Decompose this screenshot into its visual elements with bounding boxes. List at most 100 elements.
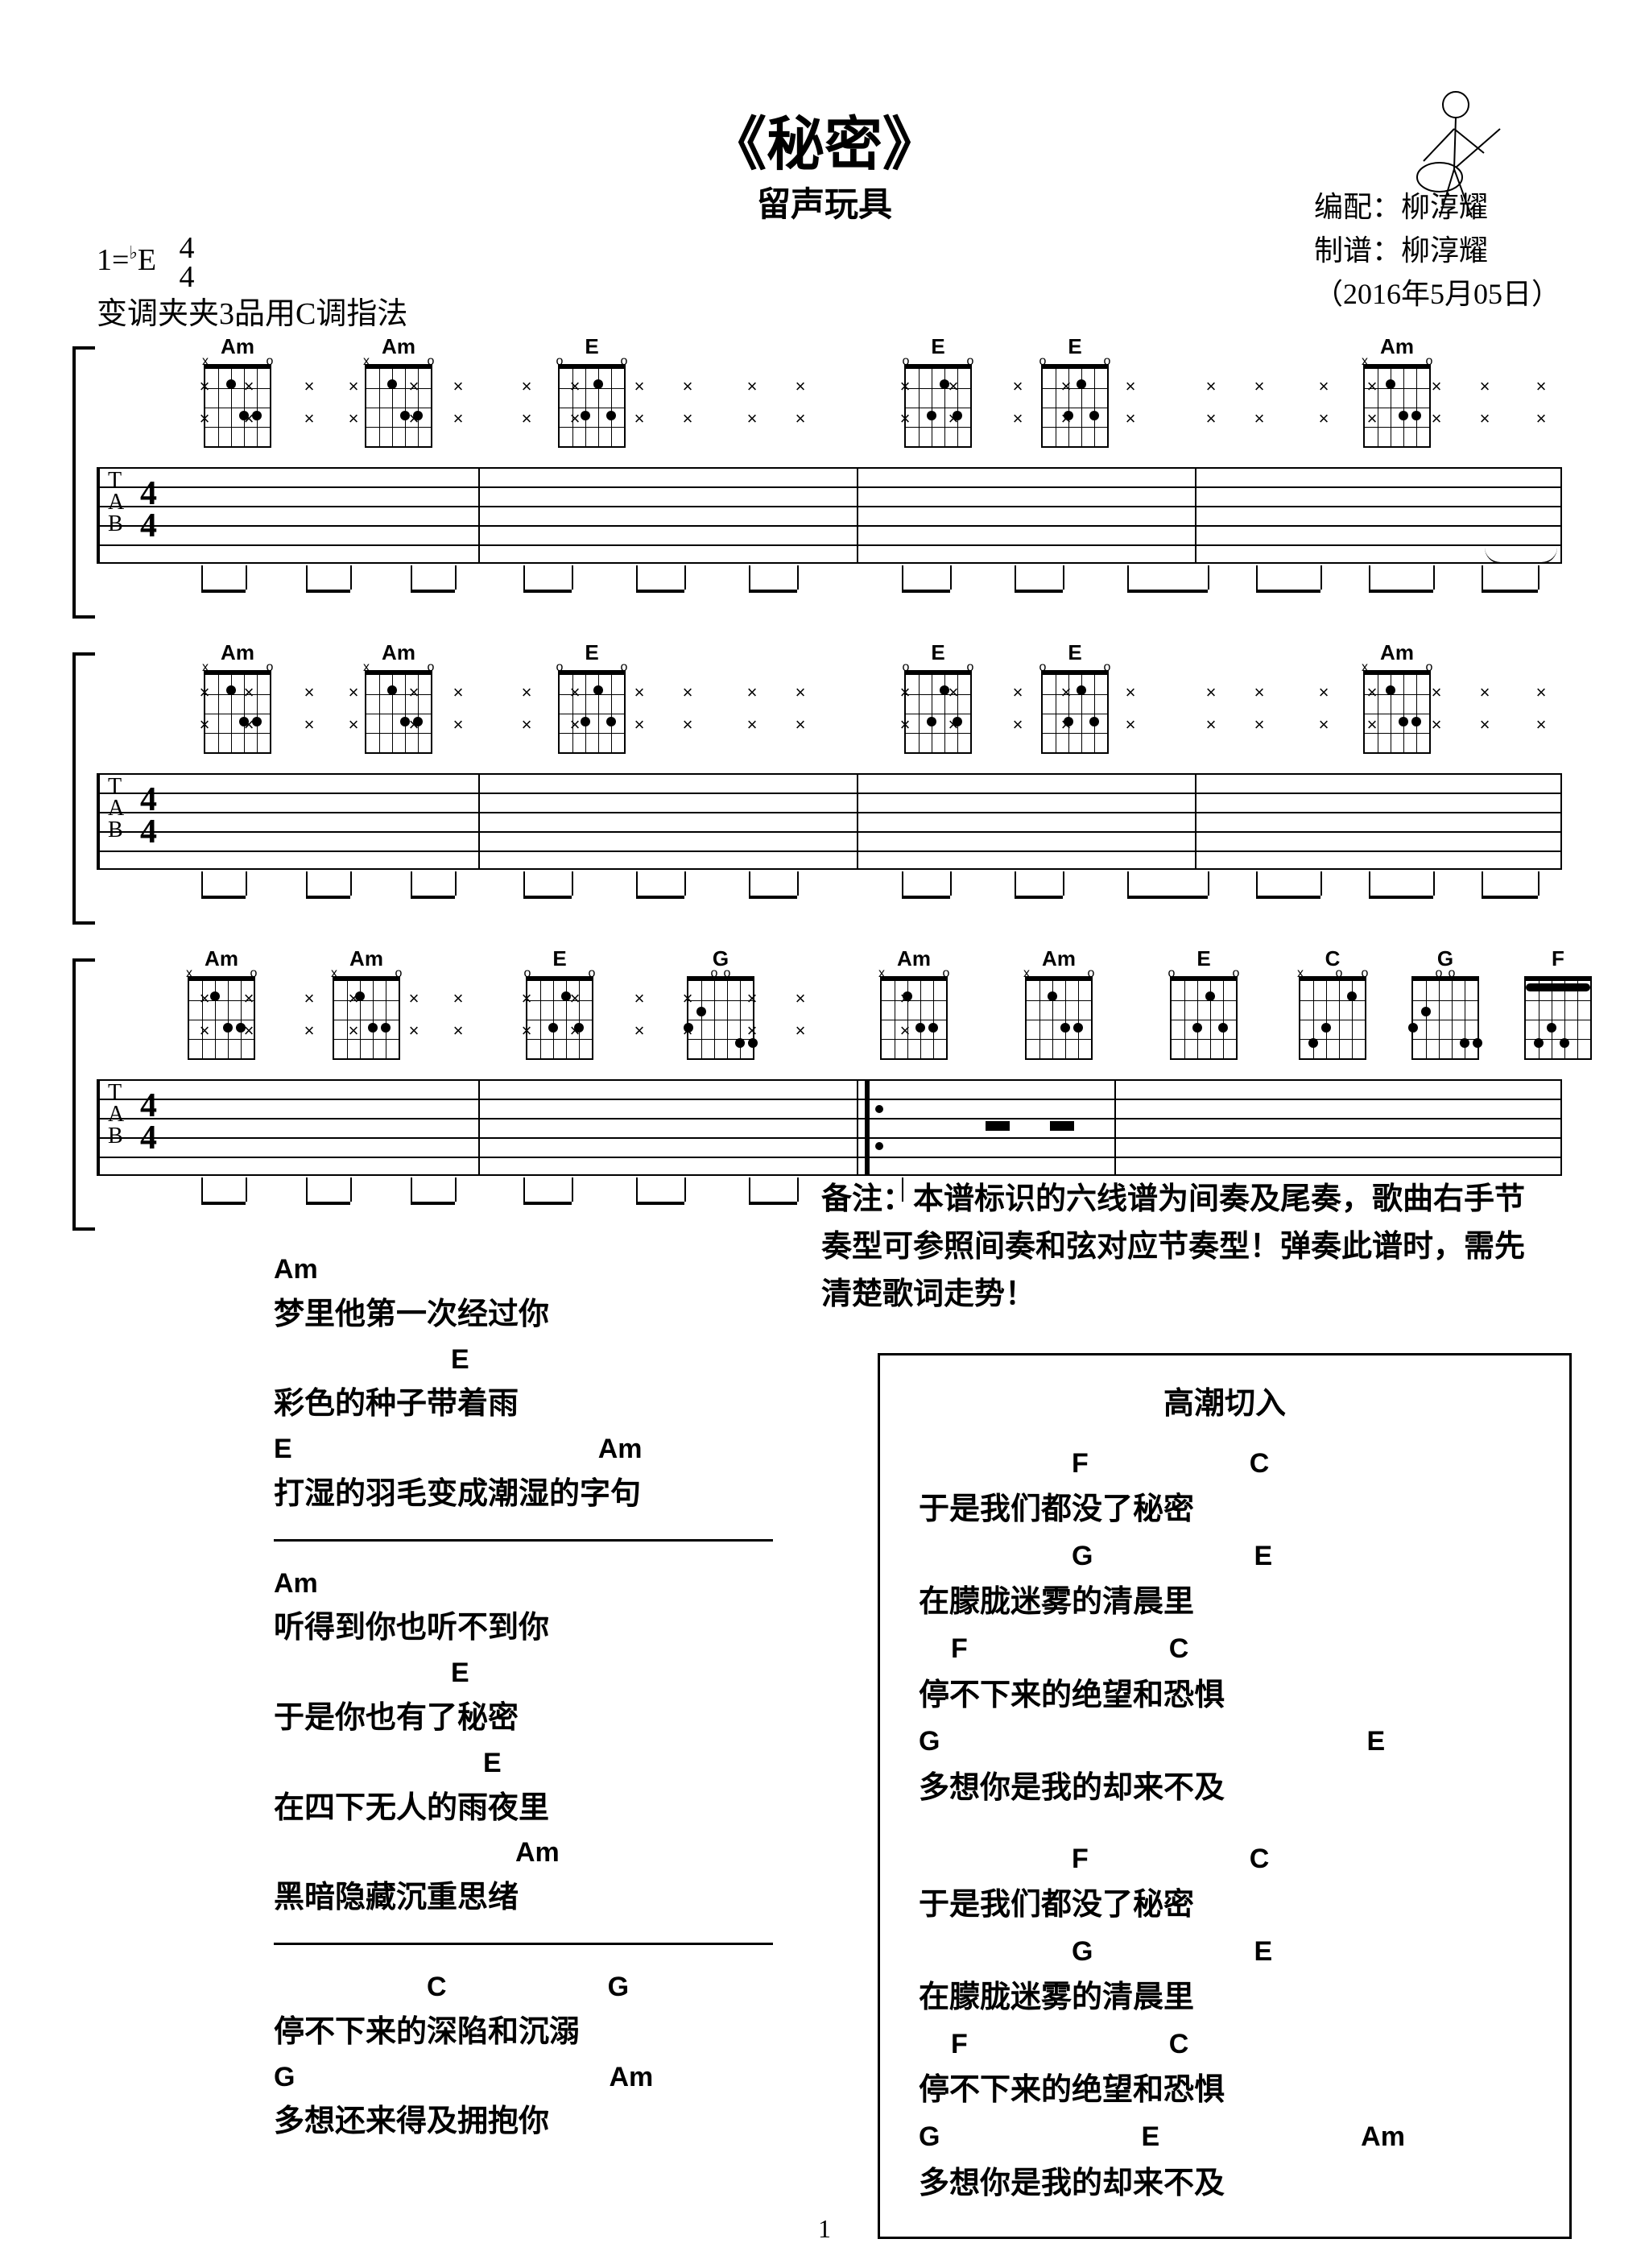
chord-row-2: AmxoAmxoEooEooEooAmxo xyxy=(97,640,1562,761)
chord-diagram-am: Amxo xyxy=(1353,640,1441,754)
chord-line: Am xyxy=(274,1562,773,1605)
chord-grid: xo xyxy=(204,364,271,448)
tab-B: B xyxy=(108,515,124,532)
tab-system-1: AmxoAmxoEooEooEooAmxo T A B 4 4 ××××××××… xyxy=(97,467,1562,564)
chorus-2: FC于是我们都没了秘密GE在朦胧迷雾的清晨里FC停不下来的绝望和恐惧GEAm多想… xyxy=(919,1837,1531,2208)
ts-bot: 4 xyxy=(140,817,157,849)
section-divider xyxy=(274,1943,773,1945)
bridge-section: CG停不下来的深陷和沉溺GAm多想还来得及拥抱你 xyxy=(274,1966,773,2146)
system-bracket xyxy=(72,958,95,1231)
tab-A: A xyxy=(108,800,124,817)
tab-staff-3: T A B 4 4 ×××××××××××××××××××××××××× xyxy=(97,1079,1562,1176)
chord-diagram-g: Goo xyxy=(1401,946,1490,1060)
time-signature: 4 4 xyxy=(140,478,157,543)
chord-line: GE xyxy=(919,1930,1531,1973)
ts-bot: 4 xyxy=(140,1123,157,1155)
performance-note: 备注：本谱标识的六线谱为间奏及尾奏，歌曲右手节奏型可参照间奏和弦对应节奏型！弹奏… xyxy=(821,1176,1546,1318)
chord-diagram-am: Amxo xyxy=(1015,946,1103,1060)
chord-grid: xo xyxy=(333,976,400,1060)
lyric-line: 于是我们都没了秘密 xyxy=(919,1485,1531,1534)
lyrics-column-left: Am梦里他第一次经过你E彩色的种子带着雨EAm打湿的羽毛变成潮湿的字句 Am听得… xyxy=(274,1248,773,2146)
chorus-1: FC于是我们都没了秘密GE在朦胧迷雾的清晨里FC停不下来的绝望和恐惧GE多想你是… xyxy=(919,1442,1531,1813)
chord-grid: xoo xyxy=(1299,976,1366,1060)
tab-label: T A B xyxy=(108,778,124,838)
chord-line: FC xyxy=(919,1627,1531,1670)
chord-diagram-e: Eoo xyxy=(1159,946,1248,1060)
lyric-line: 多想你是我的却来不及 xyxy=(919,2159,1531,2208)
chord-line: Am xyxy=(274,1248,773,1291)
capo-instruction: 变调夹夹3品用C调指法 xyxy=(97,292,407,337)
chord-diagram-am: Amxo xyxy=(322,946,411,1060)
lyric-line: 彩色的种子带着雨 xyxy=(274,1380,773,1428)
tab-B: B xyxy=(108,1128,124,1144)
lyric-line: 多想你是我的却来不及 xyxy=(919,1764,1531,1813)
chord-row-3: AmxoAmxoEooGooAmxoAmxoEooCxooGooF xyxy=(97,946,1562,1067)
ts-top: 4 xyxy=(140,784,157,817)
chord-line: E xyxy=(274,1339,773,1381)
lyric-line: 听得到你也听不到你 xyxy=(274,1604,773,1652)
lyric-line: 在朦胧迷雾的清晨里 xyxy=(919,1578,1531,1627)
tab-label: T A B xyxy=(108,1084,124,1144)
credits-date: （2016年5月05日） xyxy=(1314,272,1560,316)
transcriber-name: 柳淳耀 xyxy=(1401,234,1488,267)
timesig-bottom: 4 xyxy=(180,263,195,292)
tab-B: B xyxy=(108,822,124,838)
chord-grid: xo xyxy=(365,670,432,754)
tab-T: T xyxy=(108,472,124,489)
tab-system-2: AmxoAmxoEooEooEooAmxo T A B 4 4 ××××××××… xyxy=(97,773,1562,870)
credits-block: 编配：柳淳耀 制谱：柳淳耀 （2016年5月05日） xyxy=(1314,185,1560,316)
chorus-box: 高潮切入 FC于是我们都没了秘密GE在朦胧迷雾的清晨里FC停不下来的绝望和恐惧G… xyxy=(878,1353,1572,2239)
arranger-name: 柳淳耀 xyxy=(1401,191,1488,223)
tab-T: T xyxy=(108,1084,124,1101)
lyric-line: 在朦胧迷雾的清晨里 xyxy=(919,1973,1531,2022)
tab-A: A xyxy=(108,1106,124,1123)
tab-staff-2: T A B 4 4 ××××××××××××××××××××××××××××××… xyxy=(97,773,1562,870)
tab-T: T xyxy=(108,778,124,795)
chord-row-1: AmxoAmxoEooEooEooAmxo xyxy=(97,334,1562,455)
chord-line: FC xyxy=(919,2022,1531,2066)
key-info: 1=♭E 4 4 变调夹夹3品用C调指法 xyxy=(97,234,407,337)
chord-line: GEAm xyxy=(919,2115,1531,2158)
chord-grid: oo xyxy=(558,670,626,754)
chord-diagram-am: Amxo xyxy=(354,334,443,448)
lyric-line: 停不下来的深陷和沉溺 xyxy=(274,2009,773,2056)
chord-grid: oo xyxy=(1041,670,1109,754)
ts-top: 4 xyxy=(140,1091,157,1123)
chord-diagram-e: Eoo xyxy=(548,640,636,754)
verse-2: Am听得到你也听不到你E于是你也有了秘密E在四下无人的雨夜里Am黑暗隐藏沉重思绪 xyxy=(274,1562,773,1922)
chord-line: E xyxy=(274,1652,773,1695)
system-bracket xyxy=(72,652,95,925)
strum-row-2 xyxy=(97,871,1562,920)
ts-bot: 4 xyxy=(140,511,157,543)
tab-A: A xyxy=(108,494,124,511)
chord-grid: xo xyxy=(1025,976,1093,1060)
chord-diagram-e: Eoo xyxy=(1031,334,1119,448)
arranger-label: 编配： xyxy=(1314,191,1401,223)
key-prefix: 1= xyxy=(97,243,129,277)
system-bracket xyxy=(72,346,95,619)
chord-name: G xyxy=(1401,946,1490,971)
chord-line: EAm xyxy=(274,1428,773,1471)
chord-diagram-f: F xyxy=(1514,946,1602,1060)
note-label: 备注： xyxy=(821,1182,913,1216)
chord-line: GE xyxy=(919,1534,1531,1578)
verse-1: Am梦里他第一次经过你E彩色的种子带着雨EAm打湿的羽毛变成潮湿的字句 xyxy=(274,1248,773,1518)
tab-label: T A B xyxy=(108,472,124,532)
chord-line: E xyxy=(274,1742,773,1785)
tab-staff-1: T A B 4 4 ××××××××××××××××××××××××××××××… xyxy=(97,467,1562,564)
song-title: 《秘密》 xyxy=(0,97,1649,181)
page-number: 1 xyxy=(0,2214,1649,2244)
chord-line: Am xyxy=(274,1831,773,1874)
time-signature: 4 4 xyxy=(140,1091,157,1155)
chord-grid: oo xyxy=(904,670,972,754)
lyric-line: 停不下来的绝望和恐惧 xyxy=(919,2066,1531,2115)
lyric-line: 停不下来的绝望和恐惧 xyxy=(919,1671,1531,1720)
chord-grid: oo xyxy=(526,976,593,1060)
chord-grid: oo xyxy=(687,976,754,1060)
lyric-line: 于是我们都没了秘密 xyxy=(919,1881,1531,1930)
section-divider xyxy=(274,1539,773,1542)
sheet-music-page: 《秘密》 留声玩具 编配：柳淳耀 制谱：柳淳耀 （2016年5月05日） 1=♭… xyxy=(0,0,1649,2268)
chorus-title: 高潮切入 xyxy=(919,1380,1531,1429)
chord-grid: oo xyxy=(904,364,972,448)
chord-line: FC xyxy=(919,1837,1531,1881)
